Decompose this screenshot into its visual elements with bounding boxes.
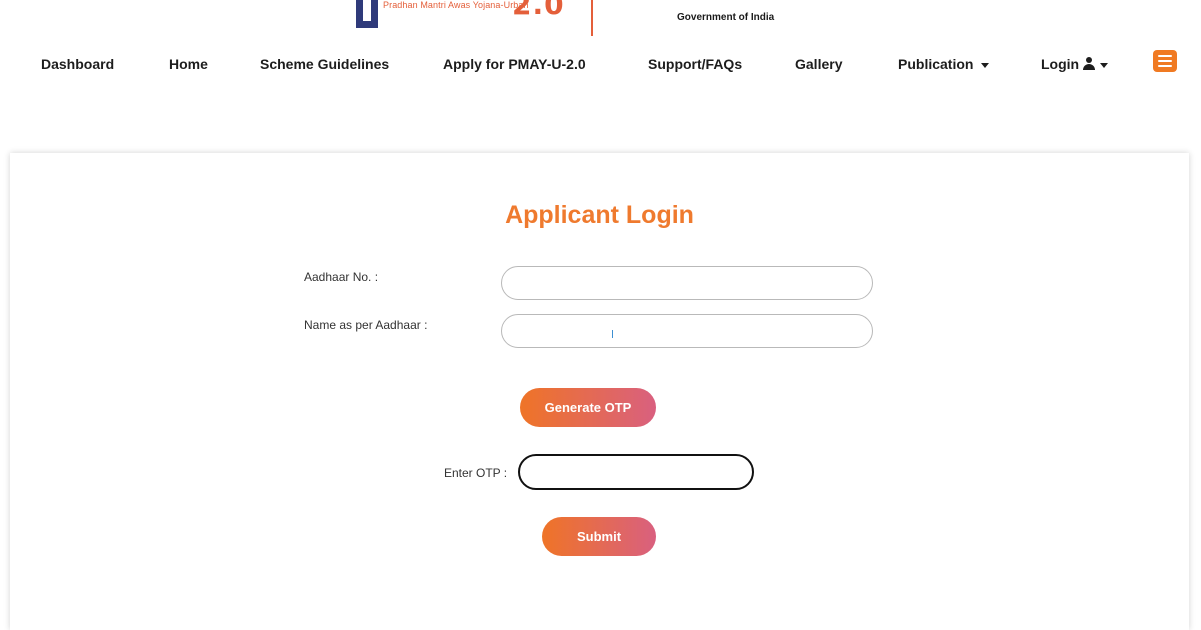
logo-version: 2.0 — [512, 0, 565, 21]
caret-down-icon — [981, 62, 990, 68]
site-banner: Pradhan Mantri Awas Yojana-Urban 2.0 Gov… — [0, 0, 1201, 40]
name-input[interactable] — [501, 314, 873, 348]
banner-divider — [591, 0, 593, 36]
otp-input[interactable] — [518, 454, 754, 490]
text-cursor — [612, 330, 613, 338]
nav-login-dropdown[interactable]: Login — [1041, 56, 1109, 72]
logo-subtitle: Pradhan Mantri Awas Yojana-Urban — [383, 0, 529, 10]
hamburger-menu-icon[interactable] — [1153, 50, 1177, 72]
nav-gallery[interactable]: Gallery — [795, 56, 842, 72]
nav-publication-label: Publication — [898, 56, 974, 72]
pmay-logo-mark — [356, 0, 378, 28]
main-navigation: Dashboard Home Scheme Guidelines Apply f… — [0, 52, 1201, 82]
nav-support-faqs[interactable]: Support/FAQs — [648, 56, 742, 72]
nav-dashboard[interactable]: Dashboard — [41, 56, 114, 72]
nav-publication-dropdown[interactable]: Publication — [898, 56, 990, 72]
nav-home[interactable]: Home — [169, 56, 208, 72]
user-icon — [1082, 57, 1096, 71]
applicant-login-card: Applicant Login Aadhaar No. : Name as pe… — [10, 153, 1189, 630]
otp-label: Enter OTP : — [444, 466, 508, 480]
page-title: Applicant Login — [505, 201, 694, 229]
submit-button[interactable]: Submit — [542, 517, 656, 556]
aadhaar-label: Aadhaar No. : — [304, 270, 379, 284]
nav-login-label: Login — [1041, 56, 1080, 72]
nav-apply-pmay[interactable]: Apply for PMAY-U-2.0 — [443, 56, 586, 72]
name-label: Name as per Aadhaar : — [304, 318, 428, 332]
aadhaar-input[interactable] — [501, 266, 873, 300]
nav-scheme-guidelines[interactable]: Scheme Guidelines — [260, 56, 389, 72]
caret-down-icon — [1100, 62, 1109, 68]
government-label: Government of India — [677, 12, 775, 23]
generate-otp-button[interactable]: Generate OTP — [520, 388, 656, 427]
